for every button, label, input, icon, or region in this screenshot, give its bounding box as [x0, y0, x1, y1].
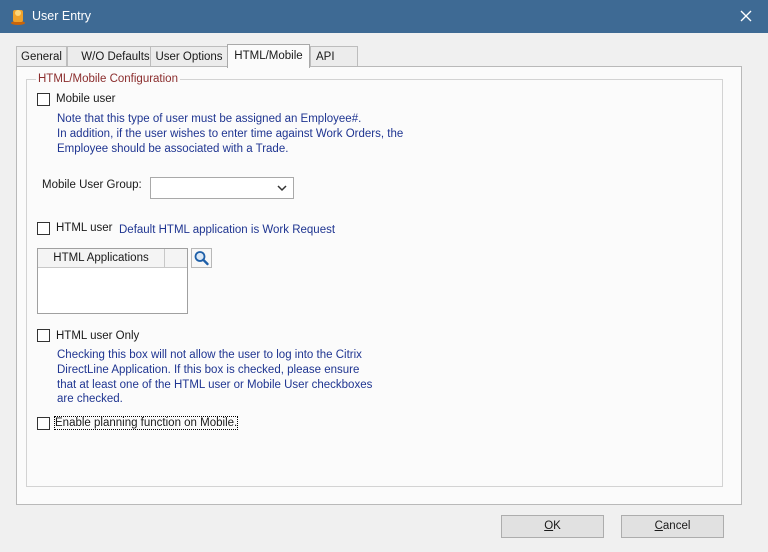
html-user-only-note-line-4: are checked. — [57, 393, 123, 405]
html-user-only-note-line-2: DirectLine Application. If this box is c… — [57, 364, 360, 376]
tab-html-mobile[interactable]: HTML/Mobile — [227, 44, 310, 68]
html-user-only-label[interactable]: HTML user Only — [56, 330, 139, 342]
mobile-user-label[interactable]: Mobile user — [56, 93, 115, 105]
html-user-note: Default HTML application is Work Request — [119, 224, 336, 236]
planning-label[interactable]: Enable planning function on Mobile. — [53, 416, 239, 430]
mobile-user-checkbox[interactable] — [37, 93, 50, 106]
group-title: HTML/Mobile Configuration — [36, 73, 180, 85]
html-user-only-checkbox[interactable] — [37, 329, 50, 342]
ok-button[interactable]: OK — [501, 515, 604, 538]
html-applications-search-button[interactable] — [191, 248, 212, 268]
mobile-user-note-line-2: In addition, if the user wishes to enter… — [57, 128, 404, 140]
ok-label-rest: K — [553, 520, 561, 532]
mobile-user-group-label: Mobile User Group: — [42, 179, 142, 191]
mobile-user-note-line-1: Note that this type of user must be assi… — [57, 113, 362, 125]
html-user-label[interactable]: HTML user — [56, 222, 112, 234]
tab-user-options[interactable]: User Options — [150, 46, 228, 67]
close-icon — [740, 10, 752, 22]
tab-general[interactable]: General — [16, 46, 67, 67]
html-user-only-note-line-3: that at least one of the HTML user or Mo… — [57, 379, 373, 391]
tab-api[interactable]: API — [310, 46, 358, 67]
user-entry-app-icon — [11, 10, 25, 25]
cancel-button[interactable]: Cancel — [621, 515, 724, 538]
chevron-down-icon — [277, 185, 287, 192]
mobile-user-note-line-3: Employee should be associated with a Tra… — [57, 143, 289, 155]
planning-checkbox[interactable] — [37, 417, 50, 430]
cancel-mnemonic: C — [654, 520, 663, 532]
window-title: User Entry — [32, 9, 92, 23]
mobile-user-group-select[interactable] — [150, 177, 294, 199]
html-user-checkbox[interactable] — [37, 222, 50, 235]
html-applications-header-filler — [165, 249, 187, 268]
ok-mnemonic: O — [544, 520, 554, 532]
title-bar: User Entry — [0, 0, 768, 33]
cancel-label-rest: ancel — [662, 520, 691, 532]
html-applications-list[interactable]: HTML Applications — [37, 248, 188, 314]
html-applications-header[interactable]: HTML Applications — [38, 249, 165, 268]
close-button[interactable] — [724, 0, 768, 33]
magnifier-icon — [194, 251, 209, 266]
html-user-only-note-line-1: Checking this box will not allow the use… — [57, 349, 362, 361]
